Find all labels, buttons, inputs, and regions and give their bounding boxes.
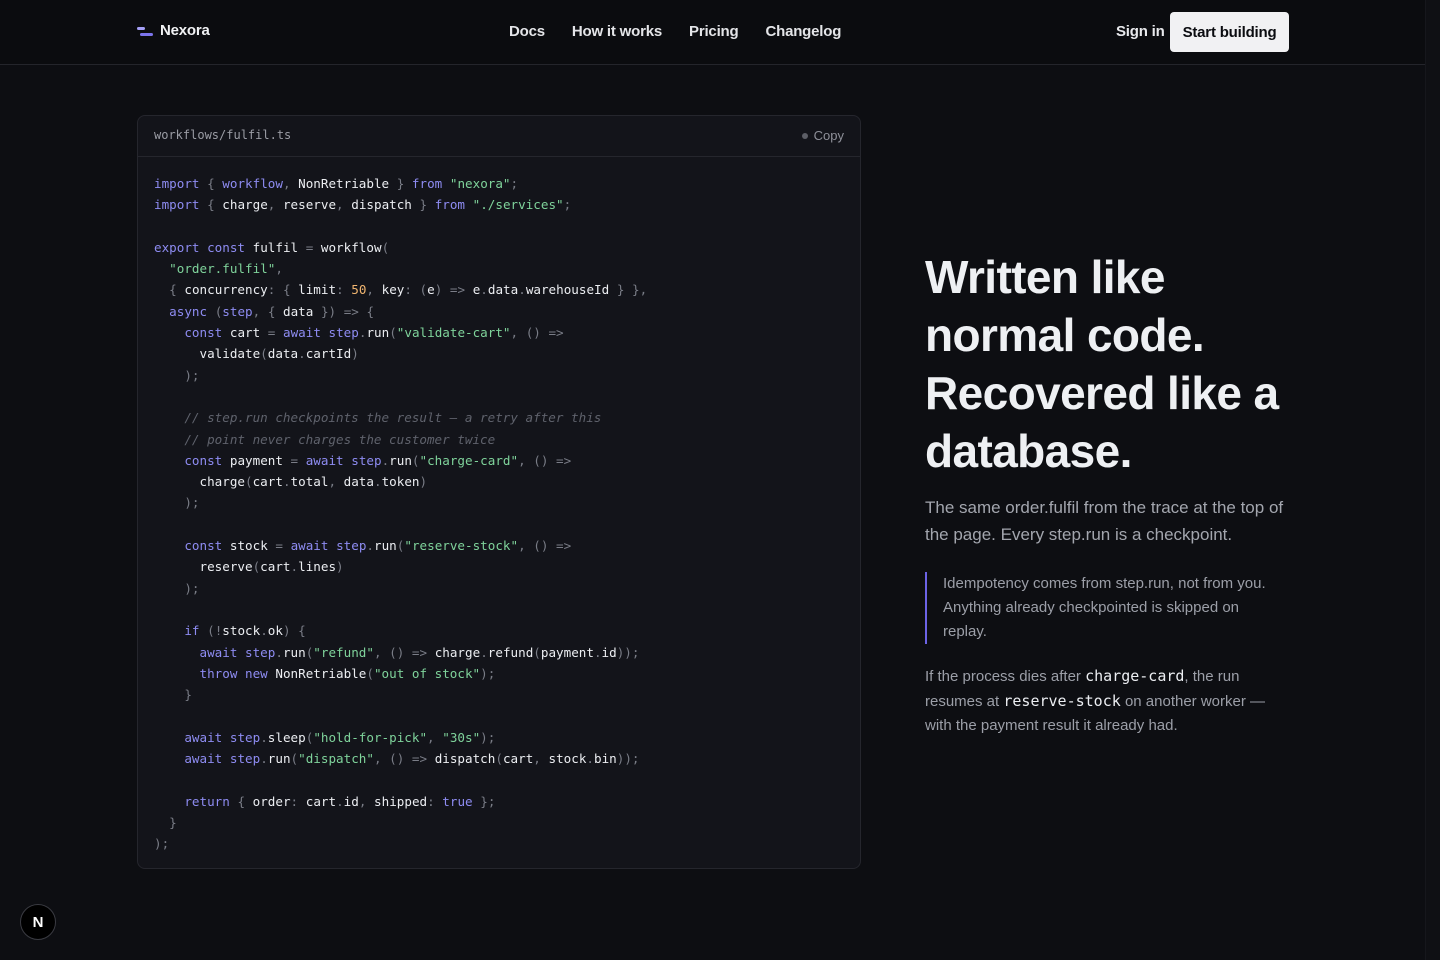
- code-line: async (step, { data }) => {: [169, 303, 375, 319]
- code-card: workflows/fulfil.ts Copy import { workfl…: [137, 115, 861, 869]
- top-nav: Nexora Docs How it works Pricing Changel…: [0, 0, 1425, 65]
- code-line: await step.run("dispatch", () => dispatc…: [184, 751, 640, 767]
- sign-in-link[interactable]: Sign in: [1116, 23, 1165, 40]
- nav-link-pricing[interactable]: Pricing: [689, 23, 739, 40]
- code-line: reserve(cart.lines): [199, 559, 344, 575]
- headline-line: Written like: [925, 251, 1166, 303]
- code-line: }: [184, 687, 192, 703]
- note-text: If the process dies after: [925, 668, 1086, 685]
- code-line: return { order: cart.id, shipped: true }…: [184, 793, 496, 809]
- brand-logo[interactable]: Nexora: [137, 22, 210, 39]
- code-line: import { charge, reserve, dispatch } fro…: [154, 197, 572, 213]
- code-line: export const fulfil = workflow(: [154, 239, 390, 255]
- code-line: // step.run checkpoints the result — a r…: [184, 410, 602, 426]
- code-line: validate(data.cartId): [199, 346, 359, 362]
- copy-label: Copy: [813, 128, 844, 143]
- inline-code-charge-card: charge-card: [1085, 667, 1185, 685]
- inline-code-reserve-stock: reserve-stock: [1003, 692, 1121, 710]
- callout-quote: Idempotency comes from step.run, not fro…: [925, 572, 1285, 644]
- code-line: );: [154, 836, 170, 852]
- copy-status-dot-icon: [801, 132, 808, 139]
- nav-link-changelog[interactable]: Changelog: [765, 23, 841, 40]
- recovery-note: If the process dies after charge-card, t…: [925, 664, 1285, 738]
- headline-line: normal code.: [925, 309, 1205, 361]
- code-line: "order.fulfil",: [169, 261, 283, 277]
- code-line: }: [169, 814, 177, 830]
- section-lead: The same order.fulfil from the trace at …: [925, 498, 1284, 544]
- code-line: if (!stock.ok) {: [184, 623, 306, 639]
- code-line: );: [184, 367, 200, 383]
- code-line: const stock = await step.run("reserve-st…: [184, 538, 572, 554]
- page: Nexora Docs How it works Pricing Changel…: [0, 0, 1440, 960]
- code-line: charge(cart.total, data.token): [199, 474, 428, 490]
- code-line: const cart = await step.run("validate-ca…: [184, 325, 564, 341]
- copy-button[interactable]: Copy: [801, 128, 844, 143]
- code-line: );: [184, 495, 200, 511]
- nav-link-how-it-works[interactable]: How it works: [572, 23, 662, 40]
- start-building-button[interactable]: Start building: [1170, 12, 1289, 52]
- code-line: await step.sleep("hold-for-pick", "30s")…: [184, 729, 496, 745]
- nav-link-docs[interactable]: Docs: [509, 23, 545, 40]
- code-line: { concurrency: { limit: 50, key: (e) => …: [169, 282, 648, 298]
- nav-links: Docs How it works Pricing Changelog: [509, 23, 868, 40]
- code-filename: workflows/fulfil.ts: [154, 128, 292, 142]
- section-headline: Written like normal code. Recovered like…: [925, 248, 1305, 480]
- headline-line: Recovered like a: [925, 367, 1279, 419]
- dev-tools-button[interactable]: N: [20, 904, 56, 940]
- code-line: );: [184, 580, 200, 596]
- code-line: const payment = await step.run("charge-c…: [184, 452, 572, 468]
- code-line: import { workflow, NonRetriable } from "…: [154, 176, 519, 191]
- scrollbar[interactable]: [1425, 0, 1440, 960]
- code-line: // point never charges the customer twic…: [184, 431, 496, 447]
- code-card-header: workflows/fulfil.ts Copy: [138, 116, 860, 157]
- logo-icon: [137, 25, 153, 37]
- code-block[interactable]: import { workflow, NonRetriable } from "…: [154, 173, 844, 855]
- code-line: throw new NonRetriable("out of stock");: [199, 665, 496, 681]
- brand-name: Nexora: [160, 22, 210, 39]
- code-line: await step.run("refund", () => charge.re…: [199, 644, 640, 660]
- headline-line: database.: [925, 425, 1132, 477]
